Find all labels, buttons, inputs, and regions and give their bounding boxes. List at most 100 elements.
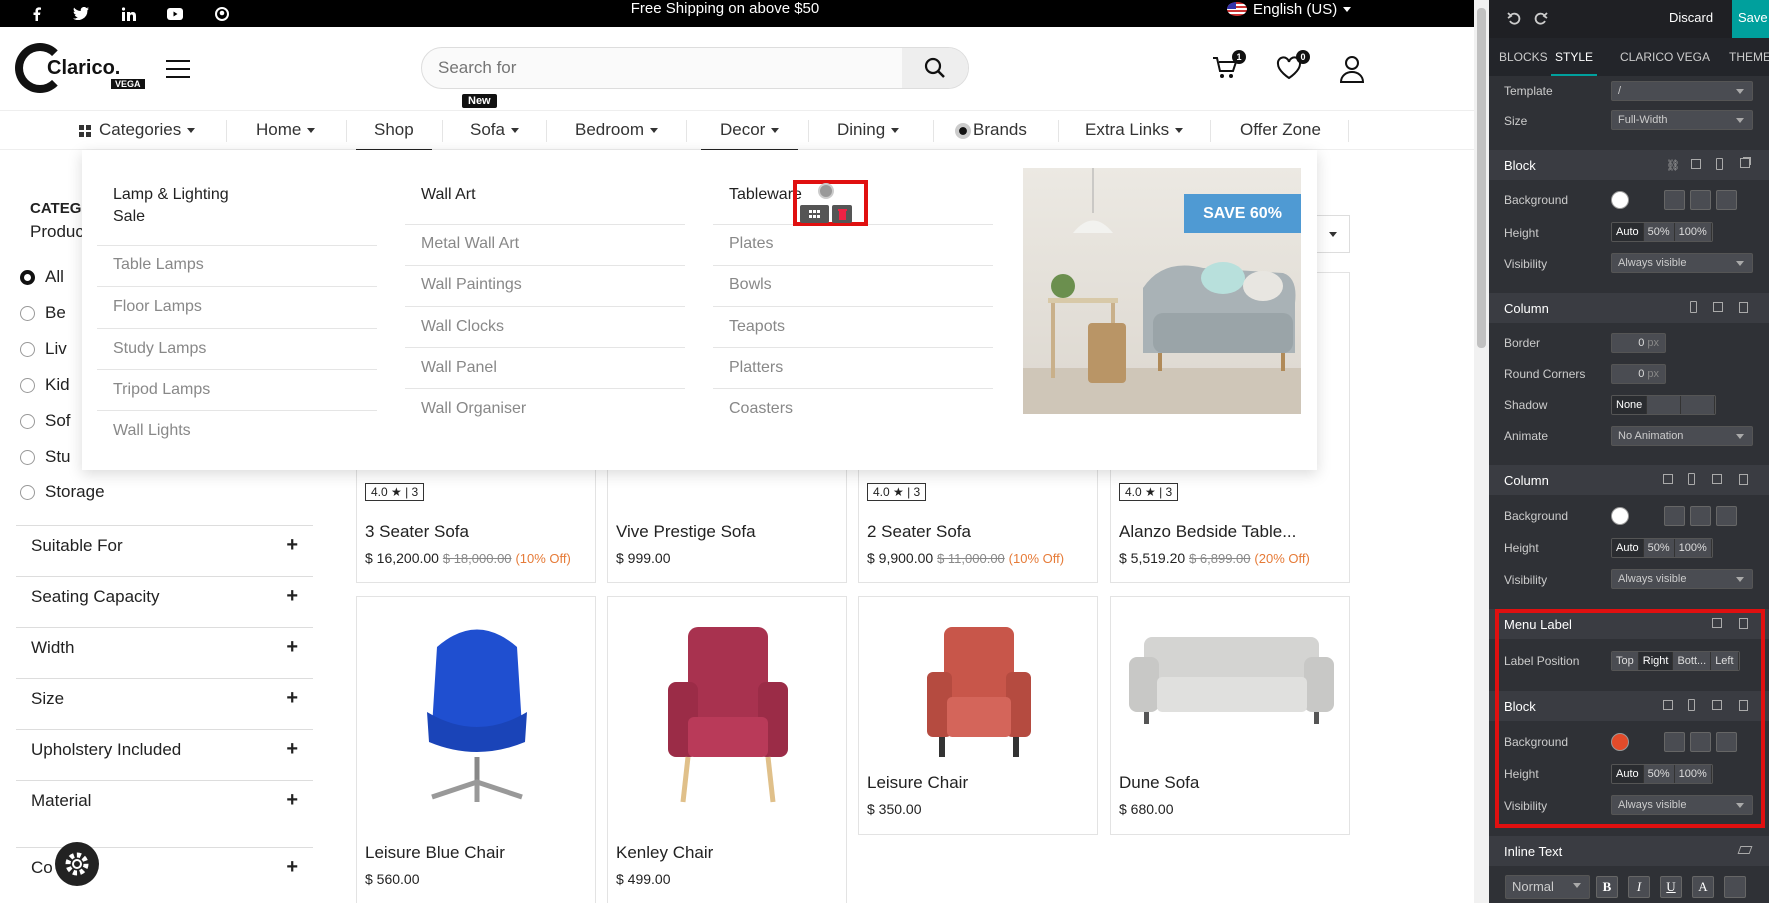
tab-clarico-vega[interactable]: CLARICO VEGA <box>1620 38 1710 76</box>
megamenu-link[interactable]: Study Lamps <box>113 340 206 358</box>
promo-banner-image[interactable]: SAVE 60% <box>1023 168 1301 414</box>
copy-icon[interactable] <box>1712 474 1722 484</box>
megamenu-link[interactable]: Wall Clocks <box>421 318 504 336</box>
round-corners-input[interactable]: 0 px <box>1611 364 1666 384</box>
product-name[interactable]: Kenley Chair <box>616 843 713 863</box>
undo-icon[interactable] <box>1507 12 1521 26</box>
nav-dining[interactable]: Dining <box>837 111 900 151</box>
height-options[interactable]: Auto 50% 100% <box>1611 222 1713 242</box>
filter-material[interactable]: Material + <box>16 780 313 830</box>
megamenu-link[interactable]: Wall Panel <box>421 359 497 377</box>
megamenu-link[interactable]: Platters <box>729 359 783 377</box>
category-radio[interactable]: Stu <box>20 447 71 467</box>
camera-icon[interactable] <box>1664 190 1685 210</box>
product-card[interactable]: Leisure Chair $ 350.00 <box>858 596 1098 835</box>
copy-icon[interactable] <box>1740 158 1750 168</box>
tab-theme[interactable]: THEME <box>1729 38 1769 76</box>
filter-upholstery[interactable]: Upholstery Included + <box>16 729 313 779</box>
link-icon[interactable]: ⛓ <box>1666 159 1680 172</box>
video-icon[interactable] <box>1690 506 1711 526</box>
product-card[interactable]: Leisure Blue Chair $ 560.00 <box>356 596 596 903</box>
megamenu-link[interactable]: Floor Lamps <box>113 298 202 316</box>
tab-blocks[interactable]: BLOCKS <box>1499 38 1548 76</box>
product-card[interactable]: Kenley Chair $ 499.00 <box>607 596 847 903</box>
nav-home[interactable]: Home <box>256 111 316 151</box>
product-name[interactable]: 2 Seater Sofa <box>867 522 971 542</box>
discard-button[interactable]: Discard <box>1669 10 1713 25</box>
underline-icon[interactable]: U <box>1660 876 1682 898</box>
italic-icon[interactable]: I <box>1628 876 1650 898</box>
category-radio[interactable]: Be <box>20 303 66 323</box>
mobile-icon[interactable] <box>1688 473 1695 485</box>
visibility-select[interactable]: Always visible <box>1611 253 1753 273</box>
trash-icon[interactable] <box>1739 474 1748 485</box>
save-icon[interactable] <box>1663 474 1673 484</box>
megamenu-heading[interactable]: Lamp & Lighting Sale <box>113 184 253 228</box>
category-radio-all[interactable]: All <box>20 267 64 287</box>
megamenu-link[interactable]: Tripod Lamps <box>113 381 210 399</box>
animate-select[interactable]: No Animation <box>1611 426 1753 446</box>
account-button[interactable] <box>1339 55 1369 85</box>
page-scrollbar[interactable] <box>1474 0 1489 903</box>
trash-icon[interactable] <box>832 205 852 223</box>
settings-gear-button[interactable] <box>55 842 99 886</box>
megamenu-heading[interactable]: Wall Art <box>421 184 561 206</box>
mobile-icon[interactable] <box>1690 301 1697 313</box>
product-name[interactable]: Vive Prestige Sofa <box>616 522 756 542</box>
product-name[interactable]: Alanzo Bedside Table... <box>1119 522 1296 542</box>
filter-seating-capacity[interactable]: Seating Capacity + <box>16 576 313 626</box>
border-input[interactable]: 0 px <box>1611 333 1666 353</box>
template-select[interactable]: / <box>1611 81 1753 101</box>
image-icon[interactable] <box>1716 506 1737 526</box>
save-icon[interactable] <box>1691 159 1701 169</box>
cart-button[interactable]: 1 <box>1212 50 1246 85</box>
megamenu-link[interactable]: Coasters <box>729 400 793 418</box>
megamenu-link[interactable]: Bowls <box>729 276 772 294</box>
hamburger-menu-icon[interactable] <box>166 60 190 78</box>
nav-bedroom[interactable]: Bedroom <box>575 111 658 151</box>
search-input[interactable] <box>422 48 902 88</box>
nav-offer-zone[interactable]: Offer Zone <box>1240 111 1321 151</box>
filter-size[interactable]: Size + <box>16 678 313 728</box>
category-radio[interactable]: Kid <box>20 375 70 395</box>
tab-style[interactable]: STYLE <box>1551 38 1598 76</box>
filter-width[interactable]: Width + <box>16 627 313 677</box>
nav-decor[interactable]: Decor <box>701 111 799 151</box>
megamenu-link[interactable]: Plates <box>729 235 773 253</box>
move-handle-icon[interactable] <box>800 205 829 223</box>
category-radio-storage[interactable]: Storage <box>20 482 105 502</box>
filter-suitable-for[interactable]: Suitable For + <box>16 525 313 575</box>
font-color-icon[interactable]: A <box>1692 876 1714 898</box>
camera-icon[interactable] <box>1664 506 1685 526</box>
megamenu-link[interactable]: Teapots <box>729 318 785 336</box>
mobile-icon[interactable] <box>1716 158 1723 170</box>
image-icon[interactable] <box>1716 190 1737 210</box>
category-radio[interactable]: Liv <box>20 339 67 359</box>
language-selector[interactable]: English (US) <box>1227 0 1352 18</box>
megamenu-link[interactable]: Table Lamps <box>113 256 204 274</box>
menu-label-dot[interactable] <box>818 183 834 199</box>
background-color-swatch[interactable] <box>1611 507 1629 525</box>
nav-sofa[interactable]: Sofa <box>470 111 519 151</box>
nav-brands[interactable]: Brands <box>955 111 1027 151</box>
megamenu-link[interactable]: Wall Organiser <box>421 400 526 418</box>
background-color-swatch[interactable] <box>1611 191 1629 209</box>
height-options[interactable]: Auto 50% 100% <box>1611 538 1713 558</box>
product-card[interactable]: Dune Sofa $ 680.00 <box>1110 596 1350 835</box>
product-name[interactable]: Dune Sofa <box>1119 773 1199 793</box>
wishlist-button[interactable]: 0 <box>1276 50 1310 85</box>
nav-shop[interactable]: Shop <box>356 111 432 151</box>
megamenu-link[interactable]: Wall Lights <box>113 422 191 440</box>
product-name[interactable]: 3 Seater Sofa <box>365 522 469 542</box>
copy-icon[interactable] <box>1713 302 1723 312</box>
search-button[interactable] <box>902 48 968 88</box>
save-button[interactable]: Save <box>1732 0 1769 38</box>
visibility-select[interactable]: Always visible <box>1611 569 1753 589</box>
text-style-select[interactable]: Normal <box>1505 875 1590 899</box>
nav-extra-links[interactable]: Extra Links <box>1085 111 1184 151</box>
nav-categories[interactable]: Categories <box>79 111 196 151</box>
redo-icon[interactable] <box>1534 12 1548 26</box>
highlight-pen-icon[interactable] <box>1724 876 1746 898</box>
megamenu-link[interactable]: Wall Paintings <box>421 276 522 294</box>
bold-icon[interactable]: B <box>1596 876 1618 898</box>
